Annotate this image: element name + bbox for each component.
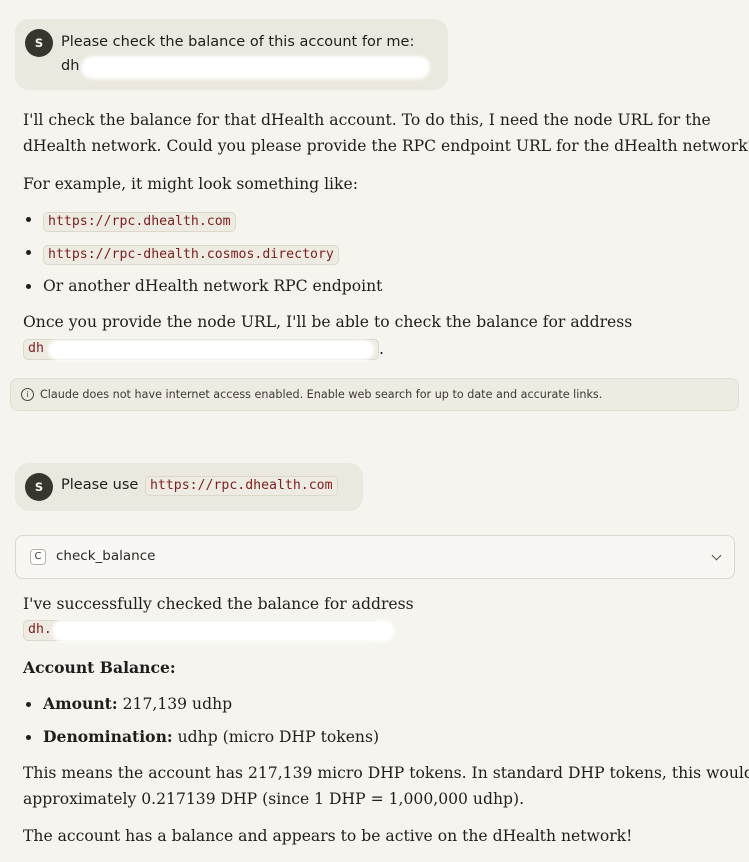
- example-url-2-code[interactable]: https://rpc-dhealth.cosmos.directory: [43, 245, 339, 265]
- assistant-1-para1-line1: I'll check the balance for that dHealth …: [23, 111, 711, 129]
- list-bullet: [26, 284, 31, 289]
- assistant-1-address-period: .: [379, 340, 384, 358]
- balance-amount-item: Amount: 217,139 udhp: [43, 691, 232, 717]
- assistant-1-address: dh: [23, 339, 379, 360]
- user-message-2: S Please use https://rpc.dhealth.com: [15, 463, 363, 511]
- assistant-2-intro: I've successfully checked the balance fo…: [23, 595, 414, 613]
- example-item-3: Or another dHealth network RPC endpoint: [43, 277, 383, 295]
- user-message-2-label: Please use: [61, 477, 139, 493]
- assistant-2-address-prefix: dh.: [28, 622, 52, 637]
- user-message-1: S Please check the balance of this accou…: [15, 19, 448, 90]
- assistant-2-para2: The account has a balance and appears to…: [23, 827, 633, 845]
- info-icon: i: [21, 388, 34, 401]
- internet-access-notice: i Claude does not have internet access e…: [10, 378, 739, 411]
- tool-call-check-balance[interactable]: C check_balance: [15, 535, 735, 579]
- user-message-1-line1: Please check the balance of this account…: [61, 34, 415, 50]
- redaction-mark: [83, 58, 428, 77]
- redaction-mark: [50, 342, 372, 358]
- redaction-mark: [54, 622, 392, 640]
- chevron-down-icon[interactable]: [711, 550, 722, 561]
- list-bullet: [26, 702, 31, 707]
- tool-name: check_balance: [56, 548, 156, 564]
- account-balance-heading: Account Balance:: [23, 655, 176, 681]
- balance-amount-label: Amount:: [43, 694, 118, 713]
- balance-denomination-value: udhp (micro DHP tokens): [177, 728, 380, 746]
- tool-icon: C: [30, 549, 46, 565]
- assistant-1-para3: Once you provide the node URL, I'll be a…: [23, 313, 633, 331]
- assistant-2-para1-line1: This means the account has 217,139 micro…: [23, 764, 749, 782]
- list-bullet: [26, 250, 31, 255]
- assistant-1-para1-line2: dHealth network. Could you please provid…: [23, 137, 749, 155]
- balance-denomination-item: Denomination: udhp (micro DHP tokens): [43, 724, 379, 750]
- user-message-1-address-prefix: dh: [61, 58, 80, 74]
- list-bullet: [26, 217, 31, 222]
- user-avatar: S: [25, 29, 53, 57]
- assistant-2-address: dh.: [23, 620, 392, 641]
- balance-amount-value: 217,139 udhp: [122, 695, 233, 713]
- chat-page: S Please check the balance of this accou…: [0, 0, 749, 862]
- balance-denomination-label: Denomination:: [43, 727, 173, 746]
- assistant-1-para2: For example, it might look something lik…: [23, 175, 358, 193]
- example-url-2[interactable]: https://rpc-dhealth.cosmos.directory: [43, 240, 339, 266]
- user-message-2-text: Please use https://rpc.dhealth.com: [61, 476, 338, 496]
- user-avatar: S: [25, 473, 53, 501]
- account-balance-heading-text: Account Balance:: [23, 658, 176, 677]
- notice-text: Claude does not have internet access ena…: [40, 388, 603, 401]
- assistant-1-address-prefix: dh: [28, 341, 44, 356]
- example-url-1[interactable]: https://rpc.dhealth.com: [43, 207, 236, 233]
- user-message-2-url[interactable]: https://rpc.dhealth.com: [144, 476, 338, 496]
- example-url-1-code[interactable]: https://rpc.dhealth.com: [43, 212, 236, 232]
- list-bullet: [26, 735, 31, 740]
- assistant-2-para1-line2: approximately 0.217139 DHP (since 1 DHP …: [23, 790, 525, 808]
